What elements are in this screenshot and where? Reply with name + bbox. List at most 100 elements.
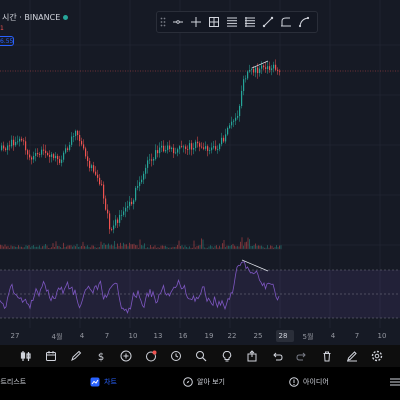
volume-bar xyxy=(93,245,94,249)
chart-area[interactable]: 시간 · BINANCE 1 6.55 27 4월 4 7 10 13 16 1… xyxy=(0,0,400,345)
candle-body xyxy=(211,147,213,151)
tab-ideas-label: 아이디어 xyxy=(303,378,329,386)
candle-body xyxy=(145,167,147,174)
x-axis-label: 5월 xyxy=(302,333,314,341)
tab-explore-label: 알아 보기 xyxy=(197,378,225,386)
candle-body xyxy=(13,139,15,146)
candle-body xyxy=(173,147,175,154)
trash-icon[interactable] xyxy=(319,348,335,364)
x-axis-label: 4월 xyxy=(51,333,63,341)
candle-body xyxy=(65,148,67,153)
tab-chartlist[interactable]: 차트리스트 xyxy=(0,374,26,390)
calendar-icon[interactable] xyxy=(43,348,59,364)
volume-bar xyxy=(76,243,78,249)
x-axis-label: 10 xyxy=(377,332,387,340)
volume-bar xyxy=(115,246,117,249)
volume-bar xyxy=(18,245,19,249)
candle-body xyxy=(183,146,185,148)
candle-body xyxy=(99,177,101,185)
bulb-icon[interactable] xyxy=(219,348,235,364)
star-badge-icon[interactable] xyxy=(143,348,159,364)
volume-bar xyxy=(244,242,246,249)
brush-icon[interactable] xyxy=(277,12,295,32)
tab-ideas[interactable]: 아이디어 xyxy=(289,374,329,390)
candle-body xyxy=(1,145,3,150)
search-icon[interactable] xyxy=(193,348,209,364)
candle-body xyxy=(105,198,107,210)
candle-body xyxy=(97,174,99,178)
app-window: 시간 · BINANCE 1 6.55 27 4월 4 7 10 13 16 1… xyxy=(0,0,400,400)
candle-body xyxy=(195,141,197,149)
pen-icon[interactable] xyxy=(68,348,84,364)
volume-bar xyxy=(12,246,13,249)
volume-bar xyxy=(6,246,7,249)
candle-body xyxy=(235,117,237,121)
undo-icon[interactable] xyxy=(269,348,285,364)
volume-bar xyxy=(163,245,165,249)
volume-bar xyxy=(237,246,238,249)
tab-chart[interactable]: 차트 xyxy=(90,374,117,390)
volume-bar xyxy=(193,240,195,249)
upload-icon[interactable] xyxy=(244,348,260,364)
candle-body xyxy=(31,157,33,160)
candle-body xyxy=(55,155,57,159)
volume-bar xyxy=(39,245,40,249)
candle-body xyxy=(129,201,131,207)
volume-bar xyxy=(55,241,57,249)
trend-line-icon[interactable] xyxy=(259,12,277,32)
chart-canvas[interactable] xyxy=(0,0,400,345)
candle-body xyxy=(223,137,225,142)
dollar-icon[interactable]: $ xyxy=(93,348,109,364)
volume-bar xyxy=(73,245,75,249)
curve-icon[interactable] xyxy=(295,12,313,32)
candle-body xyxy=(245,78,247,80)
candle-body xyxy=(209,150,211,152)
redo-icon[interactable] xyxy=(294,348,310,364)
volume-bar xyxy=(99,247,100,249)
candle-body xyxy=(257,67,259,74)
cross-hair-icon[interactable] xyxy=(187,12,205,32)
volume-bar xyxy=(37,246,39,249)
candle-body xyxy=(77,130,79,135)
alert-clock-icon[interactable] xyxy=(168,348,184,364)
volume-bar xyxy=(160,245,162,249)
candle-body xyxy=(143,173,145,180)
tab-explore[interactable]: 알아 보기 xyxy=(183,374,225,390)
parallel-channel-icon[interactable] xyxy=(241,12,259,32)
text-tool-icon[interactable] xyxy=(223,12,241,32)
horizontal-line-icon[interactable] xyxy=(169,12,187,32)
menu-icon xyxy=(390,378,400,386)
volume-bar xyxy=(232,243,234,249)
settings-icon[interactable] xyxy=(369,348,385,364)
plus-icon[interactable] xyxy=(118,348,134,364)
candle-body xyxy=(215,146,217,150)
volume-bar xyxy=(231,245,232,249)
volume-bar xyxy=(103,242,105,249)
candle-body xyxy=(87,156,89,161)
volume-bar xyxy=(198,245,199,249)
fib-retracement-icon[interactable] xyxy=(205,12,223,32)
pencil-icon[interactable] xyxy=(344,348,360,364)
x-axis-label: 22 xyxy=(227,332,237,340)
volume-bar xyxy=(180,246,181,249)
indicator-icon[interactable] xyxy=(18,348,34,364)
drag-handle-icon[interactable] xyxy=(157,12,169,32)
symbol-title[interactable]: 시간 · BINANCE xyxy=(2,12,60,23)
volume-bar xyxy=(154,245,156,249)
candle-body xyxy=(153,159,155,161)
tab-menu[interactable] xyxy=(390,374,400,390)
candle-body xyxy=(29,154,31,158)
volume-bar xyxy=(256,245,258,249)
volume-bar xyxy=(174,246,175,249)
candle-body xyxy=(115,219,117,226)
volume-bar xyxy=(0,244,1,249)
candle-body xyxy=(149,159,151,161)
header-sub-value: 1 xyxy=(0,25,4,32)
candle-body xyxy=(277,69,279,71)
candle-body xyxy=(95,171,97,175)
volume-bar xyxy=(238,246,240,249)
candle-body xyxy=(11,139,13,147)
volume-bar xyxy=(54,246,55,249)
volume-bar xyxy=(52,243,54,249)
candle-body xyxy=(157,150,159,154)
